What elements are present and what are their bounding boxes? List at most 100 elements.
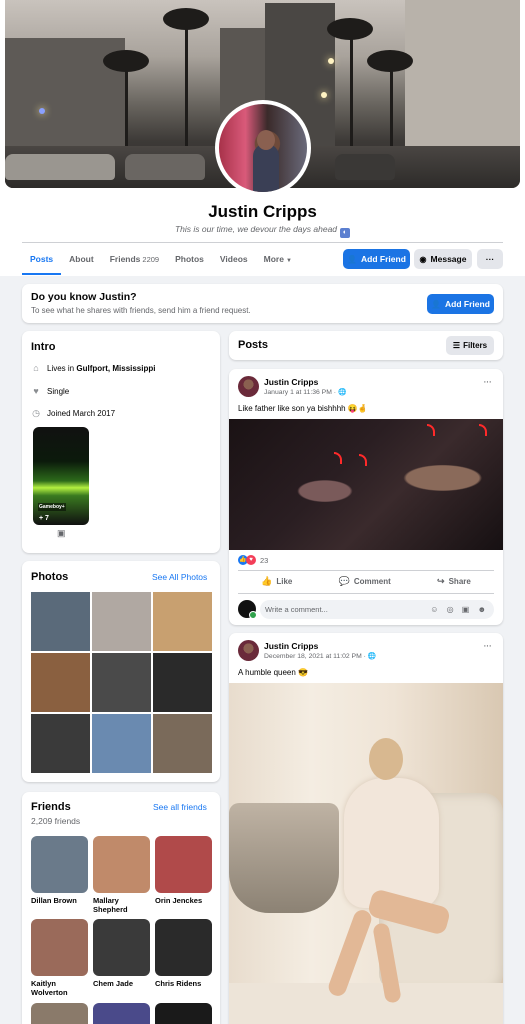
bio-emoji-icon: ◐	[340, 228, 351, 238]
friend-name[interactable]: Chris Ridens	[155, 979, 212, 988]
comment-tools-icons[interactable]: ☺ ◎ ▣ ☻	[430, 600, 489, 619]
post-image[interactable]	[229, 683, 503, 1024]
friends-count-text: 2,209 friends	[31, 816, 81, 826]
post-more-icon[interactable]: ···	[483, 376, 492, 388]
post-timestamp[interactable]: January 1 at 11:36 PM ·	[264, 389, 338, 396]
like-button[interactable]: 👍 Like	[261, 576, 292, 587]
friend-name[interactable]: Dillan Brown	[31, 896, 88, 905]
tab-more[interactable]: More ▼	[256, 246, 300, 274]
friend-item[interactable]: Orin Jenckes	[155, 836, 212, 905]
friend-name[interactable]: Mallary Shepherd	[93, 896, 150, 914]
posts-title: Posts	[238, 339, 268, 351]
story-label: Gameboy+	[38, 503, 66, 511]
tab-friends[interactable]: Friends 2209	[102, 246, 167, 274]
post-timestamp[interactable]: December 18, 2021 at 11:02 PM ·	[264, 653, 368, 660]
friend-item[interactable]	[31, 1003, 88, 1024]
reaction-summary[interactable]: 👍 ♥ 23	[238, 555, 268, 565]
more-options-button[interactable]: ···	[477, 249, 503, 269]
friend-item[interactable]: Chris Ridens	[155, 919, 212, 988]
photo-thumbnail[interactable]	[31, 653, 90, 712]
friend-photo[interactable]	[31, 836, 88, 893]
lives-prefix: Lives in	[47, 363, 75, 373]
friend-photo[interactable]	[31, 1003, 88, 1024]
tab-label: Friends	[109, 254, 141, 264]
friend-name[interactable]: Chem Jade	[93, 979, 150, 988]
know-title: Do you know Justin?	[31, 291, 137, 303]
photo-thumbnail[interactable]	[153, 653, 212, 712]
featured-story[interactable]: Gameboy+ + 7	[33, 427, 89, 525]
profile-bio: This is our time, we devour the days ahe…	[0, 224, 525, 238]
tab-label: Photos	[175, 254, 204, 264]
friend-item[interactable]	[93, 1003, 150, 1024]
collection-icon: ▣	[57, 528, 66, 538]
friend-photo[interactable]	[93, 919, 150, 976]
tab-posts[interactable]: Posts	[22, 246, 62, 275]
comment-button[interactable]: 💬 Comment	[339, 576, 391, 587]
friend-photo[interactable]	[155, 836, 212, 893]
post-author-avatar[interactable]	[238, 376, 259, 397]
photo-thumbnail[interactable]	[92, 714, 151, 773]
friend-photo[interactable]	[93, 1003, 150, 1024]
friend-photo[interactable]	[155, 919, 212, 976]
friend-item[interactable]: Kaitlyn Wolverton	[31, 919, 88, 997]
do-you-know-card: Do you know Justin? To see what he share…	[22, 284, 503, 323]
photo-thumbnail[interactable]	[153, 592, 212, 651]
friend-item[interactable]: Dillan Brown	[31, 836, 88, 905]
comment-input[interactable]: Write a comment... ☺ ◎ ▣ ☻	[260, 600, 494, 619]
caret-down-icon: ▼	[285, 258, 292, 264]
see-all-photos-link[interactable]: See All Photos	[152, 572, 207, 582]
tab-videos[interactable]: Videos	[212, 246, 256, 274]
post-more-icon[interactable]: ···	[483, 640, 492, 652]
friend-photo[interactable]	[93, 836, 150, 893]
tab-label: More	[263, 254, 284, 264]
more-options-icon: ···	[485, 254, 495, 264]
add-person-icon: 👤	[431, 299, 442, 309]
post-author-name[interactable]: Justin Cripps	[264, 377, 318, 387]
add-friend-button[interactable]: 👤 Add Friend	[343, 249, 410, 269]
tab-about[interactable]: About	[61, 246, 102, 274]
post: Justin Cripps December 18, 2021 at 11:02…	[229, 633, 503, 1024]
see-all-friends-link[interactable]: See all friends	[153, 802, 207, 812]
filters-button[interactable]: ☰ Filters	[446, 336, 494, 355]
profile-avatar[interactable]	[215, 100, 311, 196]
friend-name[interactable]: Orin Jenckes	[155, 896, 212, 905]
tab-label: Posts	[30, 254, 54, 264]
know-subtitle: To see what he shares with friends, send…	[31, 306, 251, 315]
share-label: Share	[448, 577, 471, 586]
lives-place-link[interactable]: Gulfport, Mississippi	[76, 364, 155, 373]
post-image[interactable]	[229, 419, 503, 550]
share-button[interactable]: ↪ Share	[437, 576, 471, 587]
intro-title: Intro	[31, 341, 56, 353]
post-meta: December 18, 2021 at 11:02 PM · 🌐	[264, 652, 376, 660]
post-author-name[interactable]: Justin Cripps	[264, 641, 318, 651]
friend-item[interactable]: Chem Jade	[93, 919, 150, 988]
reaction-count: 23	[260, 555, 269, 565]
photo-thumbnail[interactable]	[92, 592, 151, 651]
header-divider	[22, 242, 503, 243]
friend-item[interactable]: Mallary Shepherd	[93, 836, 150, 914]
know-add-friend-button[interactable]: 👤 Add Friend	[427, 294, 494, 314]
post-actions: 👍 Like 💬 Comment ↪ Share	[238, 576, 494, 587]
friends-title: Friends	[31, 801, 71, 813]
tab-label: About	[69, 254, 94, 264]
sliders-icon: ☰	[452, 341, 461, 350]
post-author-avatar[interactable]	[238, 640, 259, 661]
filters-label: Filters	[463, 341, 488, 350]
post-text: A humble queen 😎	[238, 668, 309, 677]
friend-photo[interactable]	[155, 1003, 212, 1024]
friend-photo[interactable]	[31, 919, 88, 976]
like-label: Like	[276, 577, 293, 586]
photo-thumbnail[interactable]	[31, 592, 90, 651]
photo-thumbnail[interactable]	[92, 653, 151, 712]
tab-photos[interactable]: Photos	[167, 246, 212, 274]
post-divider	[238, 593, 494, 594]
friend-name[interactable]: Kaitlyn Wolverton	[31, 979, 88, 997]
friend-item[interactable]	[155, 1003, 212, 1024]
know-add-friend-label: Add Friend	[445, 299, 490, 309]
post-meta: January 1 at 11:36 PM · 🌐	[264, 388, 346, 396]
photos-card: Photos See All Photos	[22, 561, 220, 782]
post-divider	[238, 570, 494, 571]
photo-thumbnail[interactable]	[31, 714, 90, 773]
photo-thumbnail[interactable]	[153, 714, 212, 773]
message-button[interactable]: ◉ Message	[414, 249, 472, 269]
